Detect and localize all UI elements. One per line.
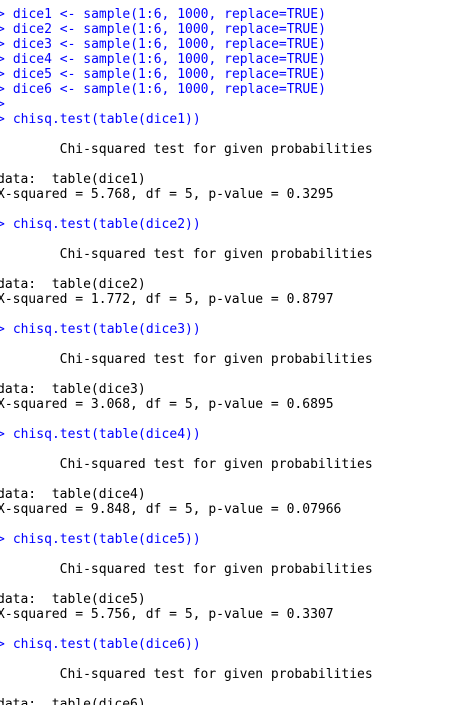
prompt-symbol: > xyxy=(0,112,5,127)
command-line: > chisq.test(table(dice1)) xyxy=(0,112,201,127)
output-line: Chi-squared test for given probabilities xyxy=(0,457,373,472)
output-line: X-squared = 5.756, df = 5, p-value = 0.3… xyxy=(0,607,334,622)
output-line: X-squared = 3.068, df = 5, p-value = 0.6… xyxy=(0,397,334,412)
command-line: > chisq.test(table(dice6)) xyxy=(0,637,201,652)
output-line: data: table(dice5) xyxy=(0,592,146,607)
prompt-symbol: > xyxy=(0,37,5,52)
command-line: > dice5 <- sample(1:6, 1000, replace=TRUE… xyxy=(0,67,326,82)
command-text: chisq.test(table(dice2)) xyxy=(12,217,201,232)
command-line: > xyxy=(0,97,13,112)
command-text: chisq.test(table(dice3)) xyxy=(12,322,201,337)
prompt-symbol: > xyxy=(0,427,5,442)
command-line: > dice2 <- sample(1:6, 1000, replace=TRUE… xyxy=(0,22,326,37)
command-line: > chisq.test(table(dice5)) xyxy=(0,532,201,547)
command-text: chisq.test(table(dice4)) xyxy=(12,427,201,442)
output-line: Chi-squared test for given probabilities xyxy=(0,247,373,262)
command-line: > chisq.test(table(dice3)) xyxy=(0,322,201,337)
output-line: data: table(dice6) xyxy=(0,697,146,705)
command-line: > dice3 <- sample(1:6, 1000, replace=TRUE… xyxy=(0,37,326,52)
command-text: dice6 <- sample(1:6, 1000, replace=TRUE) xyxy=(12,82,326,97)
prompt-symbol: > xyxy=(0,7,5,22)
command-text: dice5 <- sample(1:6, 1000, replace=TRUE) xyxy=(12,67,326,82)
command-line: > chisq.test(table(dice4)) xyxy=(0,427,201,442)
command-text: dice3 <- sample(1:6, 1000, replace=TRUE) xyxy=(12,37,326,52)
prompt-symbol: > xyxy=(0,637,5,652)
command-text: chisq.test(table(dice6)) xyxy=(12,637,201,652)
output-line: X-squared = 9.848, df = 5, p-value = 0.0… xyxy=(0,502,342,517)
output-line: Chi-squared test for given probabilities xyxy=(0,142,373,157)
prompt-symbol: > xyxy=(0,52,5,67)
prompt-symbol: > xyxy=(0,97,5,112)
output-line: X-squared = 1.772, df = 5, p-value = 0.8… xyxy=(0,292,334,307)
command-line: > dice4 <- sample(1:6, 1000, replace=TRUE… xyxy=(0,52,326,67)
command-text: dice1 <- sample(1:6, 1000, replace=TRUE) xyxy=(12,7,326,22)
output-line: Chi-squared test for given probabilities xyxy=(0,352,373,367)
command-text: dice4 <- sample(1:6, 1000, replace=TRUE) xyxy=(12,52,326,67)
prompt-symbol: > xyxy=(0,532,5,547)
command-line: > dice1 <- sample(1:6, 1000, replace=TRUE… xyxy=(0,7,326,22)
prompt-symbol: > xyxy=(0,82,5,97)
output-line: Chi-squared test for given probabilities xyxy=(0,667,373,682)
command-text: chisq.test(table(dice5)) xyxy=(12,532,201,547)
output-line: X-squared = 5.768, df = 5, p-value = 0.3… xyxy=(0,187,334,202)
command-line: > chisq.test(table(dice2)) xyxy=(0,217,201,232)
output-line: Chi-squared test for given probabilities xyxy=(0,562,373,577)
output-line: data: table(dice4) xyxy=(0,487,146,502)
command-line: > dice6 <- sample(1:6, 1000, replace=TRUE… xyxy=(0,82,326,97)
prompt-symbol: > xyxy=(0,22,5,37)
command-text: chisq.test(table(dice1)) xyxy=(12,112,201,127)
output-line: data: table(dice1) xyxy=(0,172,146,187)
r-console-output[interactable]: > dice1 <- sample(1:6, 1000, replace=TRUE… xyxy=(0,0,457,705)
output-line: data: table(dice2) xyxy=(0,277,146,292)
prompt-symbol: > xyxy=(0,322,5,337)
prompt-symbol: > xyxy=(0,67,5,82)
output-line: data: table(dice3) xyxy=(0,382,146,397)
prompt-symbol: > xyxy=(0,217,5,232)
command-text: dice2 <- sample(1:6, 1000, replace=TRUE) xyxy=(12,22,326,37)
